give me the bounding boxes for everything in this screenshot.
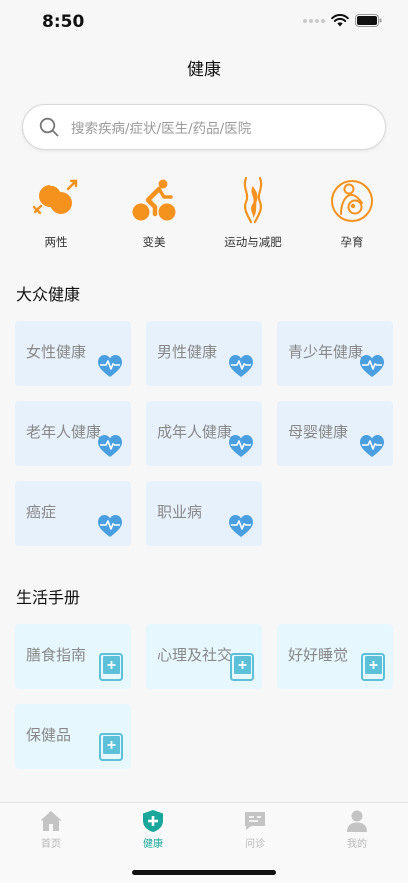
card-psychology-social[interactable]: 心理及社交 xyxy=(146,624,262,689)
status-time: 8:50 xyxy=(42,12,85,32)
card-health-products[interactable]: 保健品 xyxy=(15,704,131,769)
card-label: 心理及社交 xyxy=(157,646,233,664)
card-label: 女性健康 xyxy=(26,343,87,361)
category-beauty[interactable]: 变美 xyxy=(109,176,199,250)
card-occupational-disease[interactable]: 职业病 xyxy=(146,481,262,546)
tab-mine[interactable]: 我的 xyxy=(327,809,387,850)
card-maternal-health[interactable]: 母婴健康 xyxy=(277,401,393,466)
signal-icon xyxy=(303,18,325,23)
card-label: 青少年健康 xyxy=(288,343,364,361)
book-plus-icon xyxy=(99,653,123,681)
heart-pulse-icon xyxy=(229,355,253,377)
card-elderly-health[interactable]: 老年人健康 xyxy=(15,401,131,466)
body-slim-icon xyxy=(243,176,263,224)
card-adult-health[interactable]: 成年人健康 xyxy=(146,401,262,466)
tab-health[interactable]: 健康 xyxy=(123,809,183,850)
tab-label: 我的 xyxy=(347,839,367,850)
wifi-icon xyxy=(331,14,349,27)
card-label: 保健品 xyxy=(26,726,72,744)
status-bar: 8:50 xyxy=(0,0,408,46)
card-label: 好好睡觉 xyxy=(288,646,349,664)
heart-pulse-icon xyxy=(360,435,384,457)
category-gender[interactable]: 两性 xyxy=(11,176,101,250)
heart-pulse-icon xyxy=(98,435,122,457)
section-title-public-health: 大众健康 xyxy=(16,285,81,304)
status-icons xyxy=(303,14,382,27)
category-label: 两性 xyxy=(44,235,68,249)
book-plus-icon xyxy=(99,733,123,761)
search-placeholder: 搜索疾病/症状/医生/药品/医院 xyxy=(71,121,252,137)
heart-pulse-icon xyxy=(229,515,253,537)
card-dietary-guide[interactable]: 膳食指南 xyxy=(15,624,131,689)
heart-pulse-icon xyxy=(98,355,122,377)
search-icon xyxy=(39,117,59,137)
card-womens-health[interactable]: 女性健康 xyxy=(15,321,131,386)
category-pregnancy[interactable]: 孕育 xyxy=(307,176,397,250)
book-plus-icon xyxy=(361,653,385,681)
tab-label: 健康 xyxy=(143,839,163,850)
card-label: 成年人健康 xyxy=(157,423,233,441)
heart-pulse-icon xyxy=(360,355,384,377)
section-title-life-manual: 生活手册 xyxy=(16,588,81,607)
tab-label: 首页 xyxy=(41,839,61,850)
category-label: 变美 xyxy=(142,235,166,249)
card-label: 癌症 xyxy=(26,503,57,521)
card-label: 男性健康 xyxy=(157,343,218,361)
heart-pulse-icon xyxy=(98,515,122,537)
tab-home[interactable]: 首页 xyxy=(21,809,81,850)
card-youth-health[interactable]: 青少年健康 xyxy=(277,321,393,386)
tab-consult[interactable]: 问诊 xyxy=(225,809,285,850)
page-title: 健康 xyxy=(187,60,221,80)
card-label: 膳食指南 xyxy=(26,646,87,664)
tab-label: 问诊 xyxy=(245,839,265,850)
gender-icon xyxy=(32,179,78,215)
card-label: 母婴健康 xyxy=(288,423,349,441)
category-label: 孕育 xyxy=(340,235,364,249)
user-icon xyxy=(347,810,367,832)
card-label: 老年人健康 xyxy=(26,423,102,441)
category-label: 运动与减肥 xyxy=(224,235,282,249)
card-label: 职业病 xyxy=(157,503,203,521)
category-row: 两性 变美 运动与减肥 孕育 xyxy=(0,176,408,256)
home-icon xyxy=(40,811,62,831)
category-fitness[interactable]: 运动与减肥 xyxy=(208,176,298,250)
search-bar[interactable]: 搜索疾病/症状/医生/药品/医院 xyxy=(22,104,386,150)
card-mens-health[interactable]: 男性健康 xyxy=(146,321,262,386)
pregnancy-icon xyxy=(331,180,373,222)
card-cancer[interactable]: 癌症 xyxy=(15,481,131,546)
cycling-icon xyxy=(132,179,176,221)
chat-icon xyxy=(245,812,265,830)
home-indicator xyxy=(132,870,276,875)
card-good-sleep[interactable]: 好好睡觉 xyxy=(277,624,393,689)
shield-plus-icon xyxy=(143,810,163,832)
book-plus-icon xyxy=(230,653,254,681)
battery-icon xyxy=(355,14,382,27)
heart-pulse-icon xyxy=(229,435,253,457)
